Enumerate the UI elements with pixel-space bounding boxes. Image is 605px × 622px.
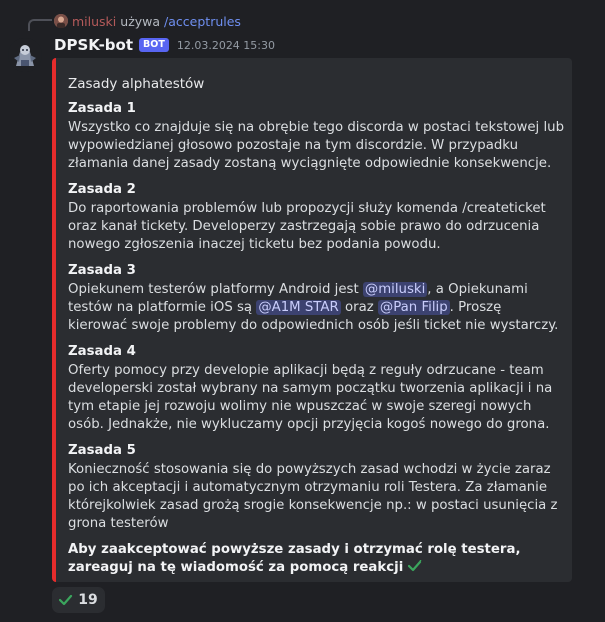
accept-instructions-text: Aby zaakceptować powyższe zasady i otrzy…	[68, 542, 521, 575]
reply-action-text: używa	[120, 13, 161, 29]
rule-text: Opiekunem testerów platformy Android jes…	[68, 281, 564, 335]
reply-user-avatar[interactable]	[54, 14, 68, 28]
check-mark-icon	[407, 559, 422, 575]
reply-username[interactable]: miluski	[72, 14, 116, 29]
rules-embed: Zasady alphatestów Zasada 1 Wszystko co …	[52, 58, 572, 582]
message-header: DPSK-bot BOT 12.03.2024 15:30	[54, 34, 275, 56]
rule-1: Zasada 1 Wszystko co znajduje się na obr…	[68, 100, 564, 173]
embed-title: Zasady alphatestów	[68, 76, 205, 92]
bot-badge: BOT	[139, 38, 169, 52]
rule-text-part: oraz	[340, 300, 378, 315]
embed-accent-bar	[52, 58, 56, 582]
message-timestamp[interactable]: 12.03.2024 15:30	[177, 39, 275, 52]
author-username[interactable]: DPSK-bot	[54, 36, 133, 54]
reply-connector	[28, 19, 52, 31]
check-mark-icon	[59, 591, 73, 610]
rule-text: Do raportowania problemów lub propozycji…	[68, 201, 546, 252]
chat-message-area: miluski używa /acceptrules DPSK-bot BOT …	[0, 0, 605, 622]
user-mention[interactable]: @miluski	[362, 282, 428, 297]
rule-5: Zasada 5 Konieczność stosowania się do p…	[68, 442, 564, 533]
rule-2: Zasada 2 Do raportowania problemów lub p…	[68, 181, 564, 254]
user-mention[interactable]: @Pan Filip	[377, 300, 450, 315]
accept-instructions: Aby zaakceptować powyższe zasady i otrzy…	[68, 541, 564, 577]
rule-title: Zasada 2	[68, 182, 136, 197]
rule-title: Zasada 3	[68, 263, 136, 278]
rule-3: Zasada 3 Opiekunem testerów platformy An…	[68, 262, 564, 335]
slash-command-link[interactable]: /acceptrules	[164, 14, 241, 29]
rule-title: Zasada 1	[68, 101, 136, 116]
reaction-check-mark[interactable]: 19	[52, 587, 105, 613]
user-mention[interactable]: @A1M STAR	[256, 300, 341, 315]
rule-text: Konieczność stosowania się do powyższych…	[68, 462, 558, 531]
rule-4: Zasada 4 Oferty pomocy przy developie ap…	[68, 343, 564, 434]
reaction-count: 19	[78, 592, 98, 608]
reply-context[interactable]: miluski używa /acceptrules	[54, 12, 241, 30]
rule-title: Zasada 4	[68, 344, 136, 359]
rule-title: Zasada 5	[68, 443, 136, 458]
rule-text: Oferty pomocy przy developie aplikacji b…	[68, 363, 553, 432]
rule-text: Wszystko co znajduje się na obrębie tego…	[68, 120, 565, 171]
embed-body: Zasady alphatestów Zasada 1 Wszystko co …	[68, 74, 564, 577]
author-avatar[interactable]	[8, 38, 42, 72]
rule-text-part: Opiekunem testerów platformy Android jes…	[68, 282, 363, 297]
